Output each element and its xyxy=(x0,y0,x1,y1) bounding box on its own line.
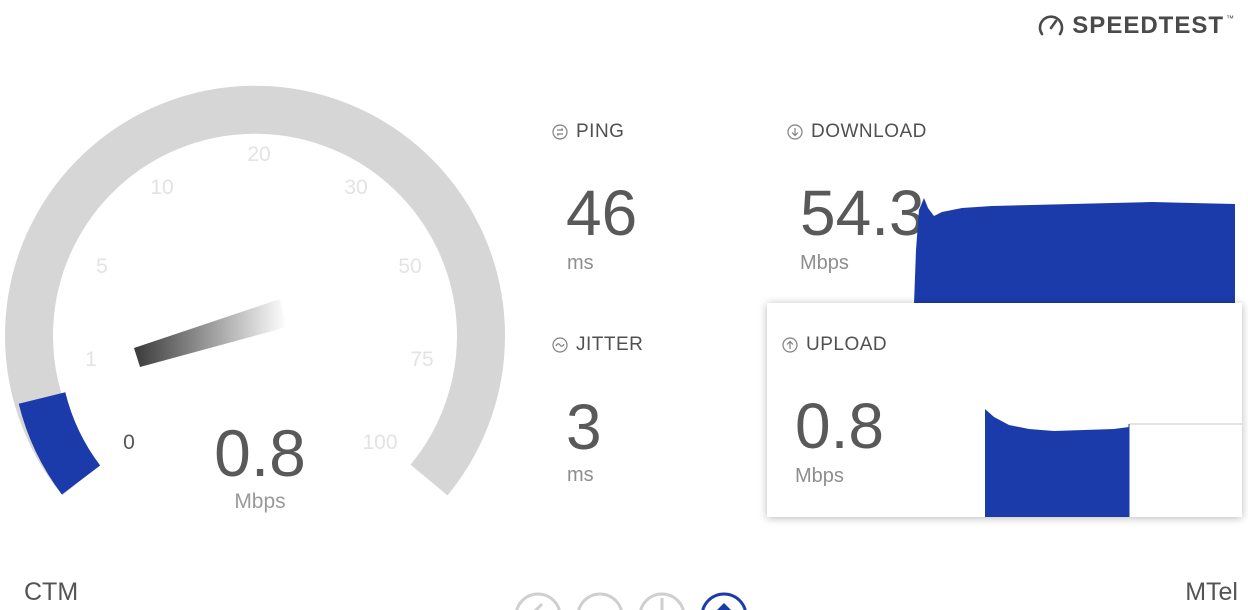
speedtest-logo: SPEEDTEST ™ xyxy=(1038,10,1234,42)
circle-icon[interactable] xyxy=(577,592,623,610)
tick-label: 50 xyxy=(398,255,422,278)
download-graph xyxy=(914,198,1235,304)
upload-arrow-icon xyxy=(782,337,798,353)
upload-icon[interactable] xyxy=(701,592,747,610)
download-label: DOWNLOAD xyxy=(787,121,927,143)
tick-label: 5 xyxy=(96,255,108,278)
upload-graph xyxy=(985,409,1242,517)
tick-label: 20 xyxy=(247,143,271,166)
download-value: 54.3 xyxy=(800,177,925,249)
upload-value: 0.8 xyxy=(795,390,884,462)
ping-value: 46 xyxy=(566,177,638,249)
tick-label: 0 xyxy=(123,431,135,454)
gauge-icon xyxy=(1039,15,1064,36)
jitter-label: JITTER xyxy=(552,334,643,356)
jitter-unit: ms xyxy=(567,464,594,486)
upload-card: UPLOAD 0.8 Mbps xyxy=(767,303,1242,517)
ping-icon xyxy=(552,124,568,140)
trademark-mark: ™ xyxy=(1226,13,1234,23)
tick-label: 1 xyxy=(85,348,97,371)
download-unit: Mbps xyxy=(800,252,849,274)
server-name[interactable]: MTel xyxy=(1185,578,1238,607)
ping-unit: ms xyxy=(567,252,594,274)
tick-label: 100 xyxy=(362,431,398,454)
back-icon[interactable] xyxy=(515,592,561,610)
upload-unit: Mbps xyxy=(795,465,844,487)
download-label-text: DOWNLOAD xyxy=(811,121,927,142)
tick-label: 10 xyxy=(150,176,174,199)
tick-label: 75 xyxy=(410,348,434,371)
gauge-needle xyxy=(134,299,287,367)
isp-name: CTM xyxy=(24,578,79,606)
download-arrow-icon xyxy=(787,124,803,140)
gauge-fill xyxy=(18,391,101,495)
download-icon[interactable] xyxy=(639,592,685,610)
step-indicator xyxy=(515,592,747,610)
gauge-speed-unit: Mbps xyxy=(234,490,286,513)
tick-label: 30 xyxy=(344,176,368,199)
brand-name: SPEEDTEST xyxy=(1072,12,1224,39)
jitter-label-text: JITTER xyxy=(576,334,644,355)
ping-label-text: PING xyxy=(576,121,625,142)
gauge-speed-value: 0.8 xyxy=(214,416,306,490)
upload-label: UPLOAD xyxy=(782,334,887,356)
jitter-icon xyxy=(552,337,568,353)
jitter-value: 3 xyxy=(566,391,602,463)
upload-label-text: UPLOAD xyxy=(806,334,888,355)
ping-label: PING xyxy=(552,121,624,143)
